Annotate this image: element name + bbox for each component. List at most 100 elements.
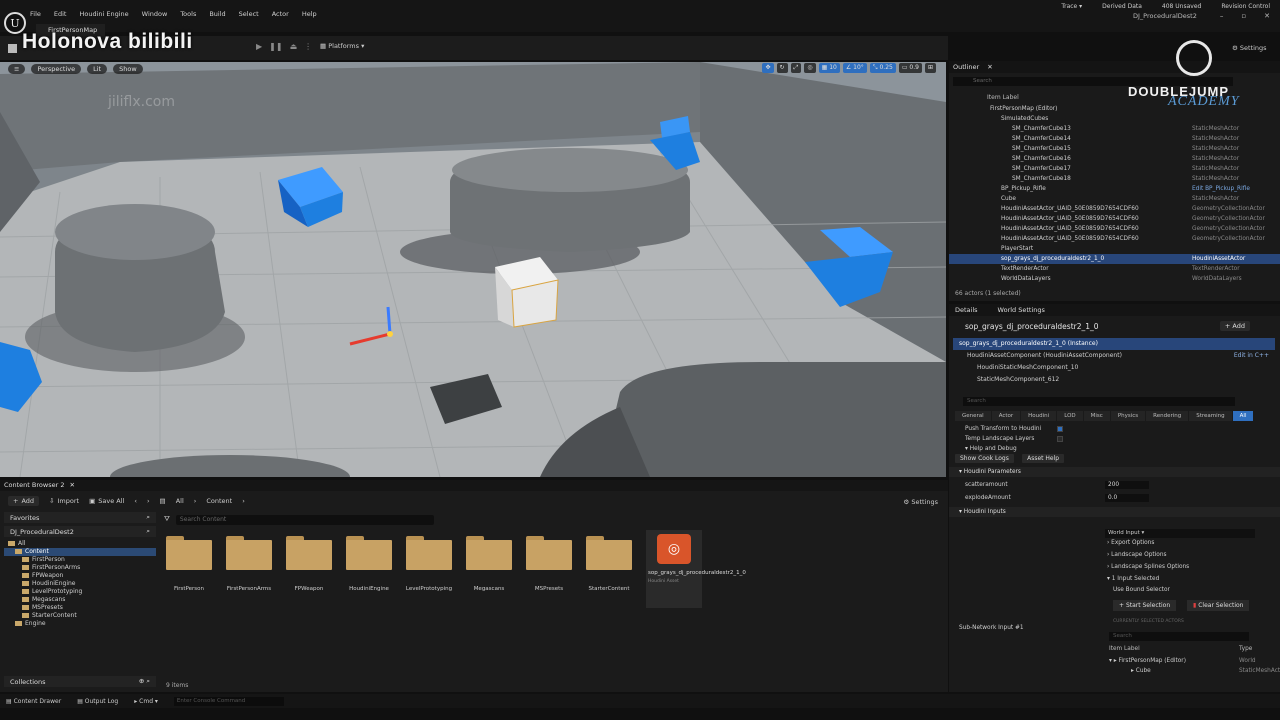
revision-control-button[interactable]: Revision Control	[1221, 3, 1270, 10]
derived-data-button[interactable]: Derived Data	[1102, 3, 1142, 10]
close-tab-icon[interactable]: ✕	[69, 481, 74, 489]
cmd-dropdown[interactable]: ▸ Cmd ▾	[134, 698, 158, 705]
outliner-row[interactable]: TextRenderActor TextRenderActor	[949, 264, 1280, 274]
outliner-row[interactable]: SM_ChamferCube18 StaticMeshActor	[949, 174, 1280, 184]
collections-row[interactable]: Collections ⊕ ⌕	[4, 676, 156, 687]
start-selection-button[interactable]: + Start Selection	[1113, 600, 1177, 611]
camera-speed-button[interactable]: ▭ 0.9	[898, 63, 922, 73]
folder-tile[interactable]: MSPresets	[526, 536, 572, 608]
outliner-settings[interactable]: ⚙ Settings	[1232, 44, 1267, 52]
tree-folder-item[interactable]: HoudiniEngine	[4, 580, 156, 588]
item-label-column[interactable]: Item Label	[987, 94, 1019, 101]
add-button[interactable]: + Add	[8, 496, 40, 506]
world-settings-tab[interactable]: World Settings	[998, 306, 1045, 314]
filter-tab[interactable]: Streaming	[1189, 411, 1232, 421]
tree-folder-item[interactable]: Content	[4, 548, 156, 556]
menu-select[interactable]: Select	[239, 10, 259, 18]
folder-tile[interactable]: FirstPerson	[166, 536, 212, 608]
component-row[interactable]: StaticMeshComponent_612	[953, 374, 1275, 386]
folder-tile[interactable]: Megascans	[466, 536, 512, 608]
selected-actors-search[interactable]: Search	[1109, 632, 1249, 641]
outliner-row[interactable]: SM_ChamferCube14 StaticMeshActor	[949, 134, 1280, 144]
pause-icon[interactable]: ❚❚	[269, 42, 282, 51]
lit-button[interactable]: Lit	[87, 64, 108, 74]
save-all-button[interactable]: ▣ Save All	[89, 497, 124, 505]
scale-snap-button[interactable]: ⤡ 0.25	[869, 63, 896, 73]
trace-button[interactable]: Trace ▾	[1061, 3, 1082, 10]
unsaved-button[interactable]: 408 Unsaved	[1162, 3, 1201, 10]
add-collection-icon[interactable]: ⊕ ⌕	[139, 677, 150, 686]
output-log-button[interactable]: ▤ Output Log	[77, 698, 118, 705]
eject-icon[interactable]: ⏏	[290, 42, 298, 51]
show-cook-logs-button[interactable]: Show Cook Logs	[955, 454, 1014, 463]
outliner-row[interactable]: Cube StaticMeshActor	[949, 194, 1280, 204]
minimize-icon[interactable]: –	[1220, 12, 1224, 20]
grid-snap-button[interactable]: ▦ 10	[818, 63, 840, 73]
maximize-viewport-icon[interactable]: ⊞	[924, 63, 936, 73]
rotate-snap-button[interactable]: ∠ 10°	[842, 63, 867, 73]
outliner-row[interactable]: sop_grays_dj_proceduraldestr2_1_0 Houdini…	[949, 254, 1280, 264]
content-browser-tab[interactable]: Content Browser 2 ✕	[4, 481, 75, 489]
menu-build[interactable]: Build	[209, 10, 225, 18]
show-button[interactable]: Show	[113, 64, 143, 74]
landscape-options-row[interactable]: › Landscape Options	[1107, 549, 1167, 561]
edit-in-cpp-link[interactable]: Edit in C++	[1234, 350, 1269, 362]
outliner-row[interactable]: HoudiniAssetActor_UAID_50E0859D7654CDF60…	[949, 224, 1280, 234]
outliner-row[interactable]: BP_Pickup_Rifle Edit BP_Pickup_Rifle	[949, 184, 1280, 194]
back-icon[interactable]: ‹	[134, 497, 137, 505]
import-button[interactable]: ⇩ Import	[49, 497, 79, 505]
menu-help[interactable]: Help	[302, 10, 317, 18]
houdini-parameters-header[interactable]: ▾ Houdini Parameters	[949, 467, 1280, 477]
tree-folder-item[interactable]: All	[4, 540, 156, 548]
outliner-row[interactable]: SM_ChamferCube16 StaticMeshActor	[949, 154, 1280, 164]
play-icon[interactable]: ▶	[256, 42, 262, 51]
project-header[interactable]: DJ_ProceduralDest2 ⌕	[4, 526, 156, 537]
menu-actor[interactable]: Actor	[272, 10, 289, 18]
maximize-icon[interactable]: ▫	[1241, 12, 1246, 20]
folder-tile[interactable]: LevelPrototyping	[406, 536, 452, 608]
selected-actor-row[interactable]: ▸ CubeStaticMeshActor	[1109, 668, 1280, 674]
export-options-row[interactable]: › Export Options	[1107, 537, 1154, 549]
perspective-button[interactable]: Perspective	[31, 64, 82, 74]
filter-tab[interactable]: General	[955, 411, 991, 421]
push-transform-checkbox[interactable]	[1057, 426, 1063, 432]
use-bound-selector-row[interactable]: Use Bound Selector	[1113, 584, 1170, 596]
outliner-row[interactable]: SimulatedCubes	[949, 114, 1280, 124]
folder-tile[interactable]: FPWeapon	[286, 536, 332, 608]
favorites-header[interactable]: Favorites ⌕	[4, 512, 156, 523]
outliner-row[interactable]: SM_ChamferCube13 StaticMeshActor	[949, 124, 1280, 134]
filter-tab[interactable]: Misc	[1083, 411, 1110, 421]
breadcrumb-all[interactable]: All	[176, 497, 184, 505]
asset-help-button[interactable]: Asset Help	[1022, 454, 1065, 463]
tree-folder-item[interactable]: MSPresets	[4, 604, 156, 612]
outliner-row[interactable]: HoudiniAssetActor_UAID_50E0859D7654CDF60…	[949, 234, 1280, 244]
menu-edit[interactable]: Edit	[54, 10, 67, 18]
actor-name[interactable]: sop_grays_dj_proceduraldestr2_1_0	[965, 322, 1099, 331]
content-drawer-button[interactable]: ▤ Content Drawer	[6, 698, 61, 705]
outliner-row-type[interactable]: Edit BP_Pickup_Rifle	[1192, 184, 1272, 194]
tree-folder-item[interactable]: FPWeapon	[4, 572, 156, 580]
details-search-input[interactable]: Search	[963, 397, 1235, 406]
search-icon[interactable]: ⌕	[146, 527, 150, 536]
outliner-row[interactable]: HoudiniAssetActor_UAID_50E0859D7654CDF60…	[949, 204, 1280, 214]
folder-icon[interactable]: ▤	[160, 497, 166, 505]
component-row[interactable]: sop_grays_dj_proceduraldestr2_1_0 (Insta…	[953, 338, 1275, 350]
close-tab-icon[interactable]: ✕	[987, 63, 992, 71]
filter-tab[interactable]: Actor	[991, 411, 1021, 421]
content-browser-settings[interactable]: ⚙ Settings	[903, 498, 938, 506]
close-icon[interactable]: ✕	[1264, 12, 1270, 20]
platforms-dropdown[interactable]: ▦ Platforms ▾	[320, 42, 364, 50]
folder-tile[interactable]: HoudiniEngine	[346, 536, 392, 608]
menu-file[interactable]: File	[30, 10, 41, 18]
param-value-input[interactable]: 0.0	[1105, 494, 1149, 502]
filter-tab[interactable]: Physics	[1110, 411, 1146, 421]
outliner-row[interactable]: PlayerStart	[949, 244, 1280, 254]
outliner-row[interactable]: SM_ChamferCube15 StaticMeshActor	[949, 144, 1280, 154]
menu-window[interactable]: Window	[142, 10, 168, 18]
tree-folder-item[interactable]: LevelPrototyping	[4, 588, 156, 596]
tree-folder-item[interactable]: Megascans	[4, 596, 156, 604]
tree-folder-item[interactable]: Engine	[4, 620, 156, 628]
search-content-input[interactable]: Search Content	[175, 514, 434, 525]
tree-folder-item[interactable]: StarterContent	[4, 612, 156, 620]
collections-header[interactable]: Collections ⊕ ⌕	[4, 676, 156, 690]
